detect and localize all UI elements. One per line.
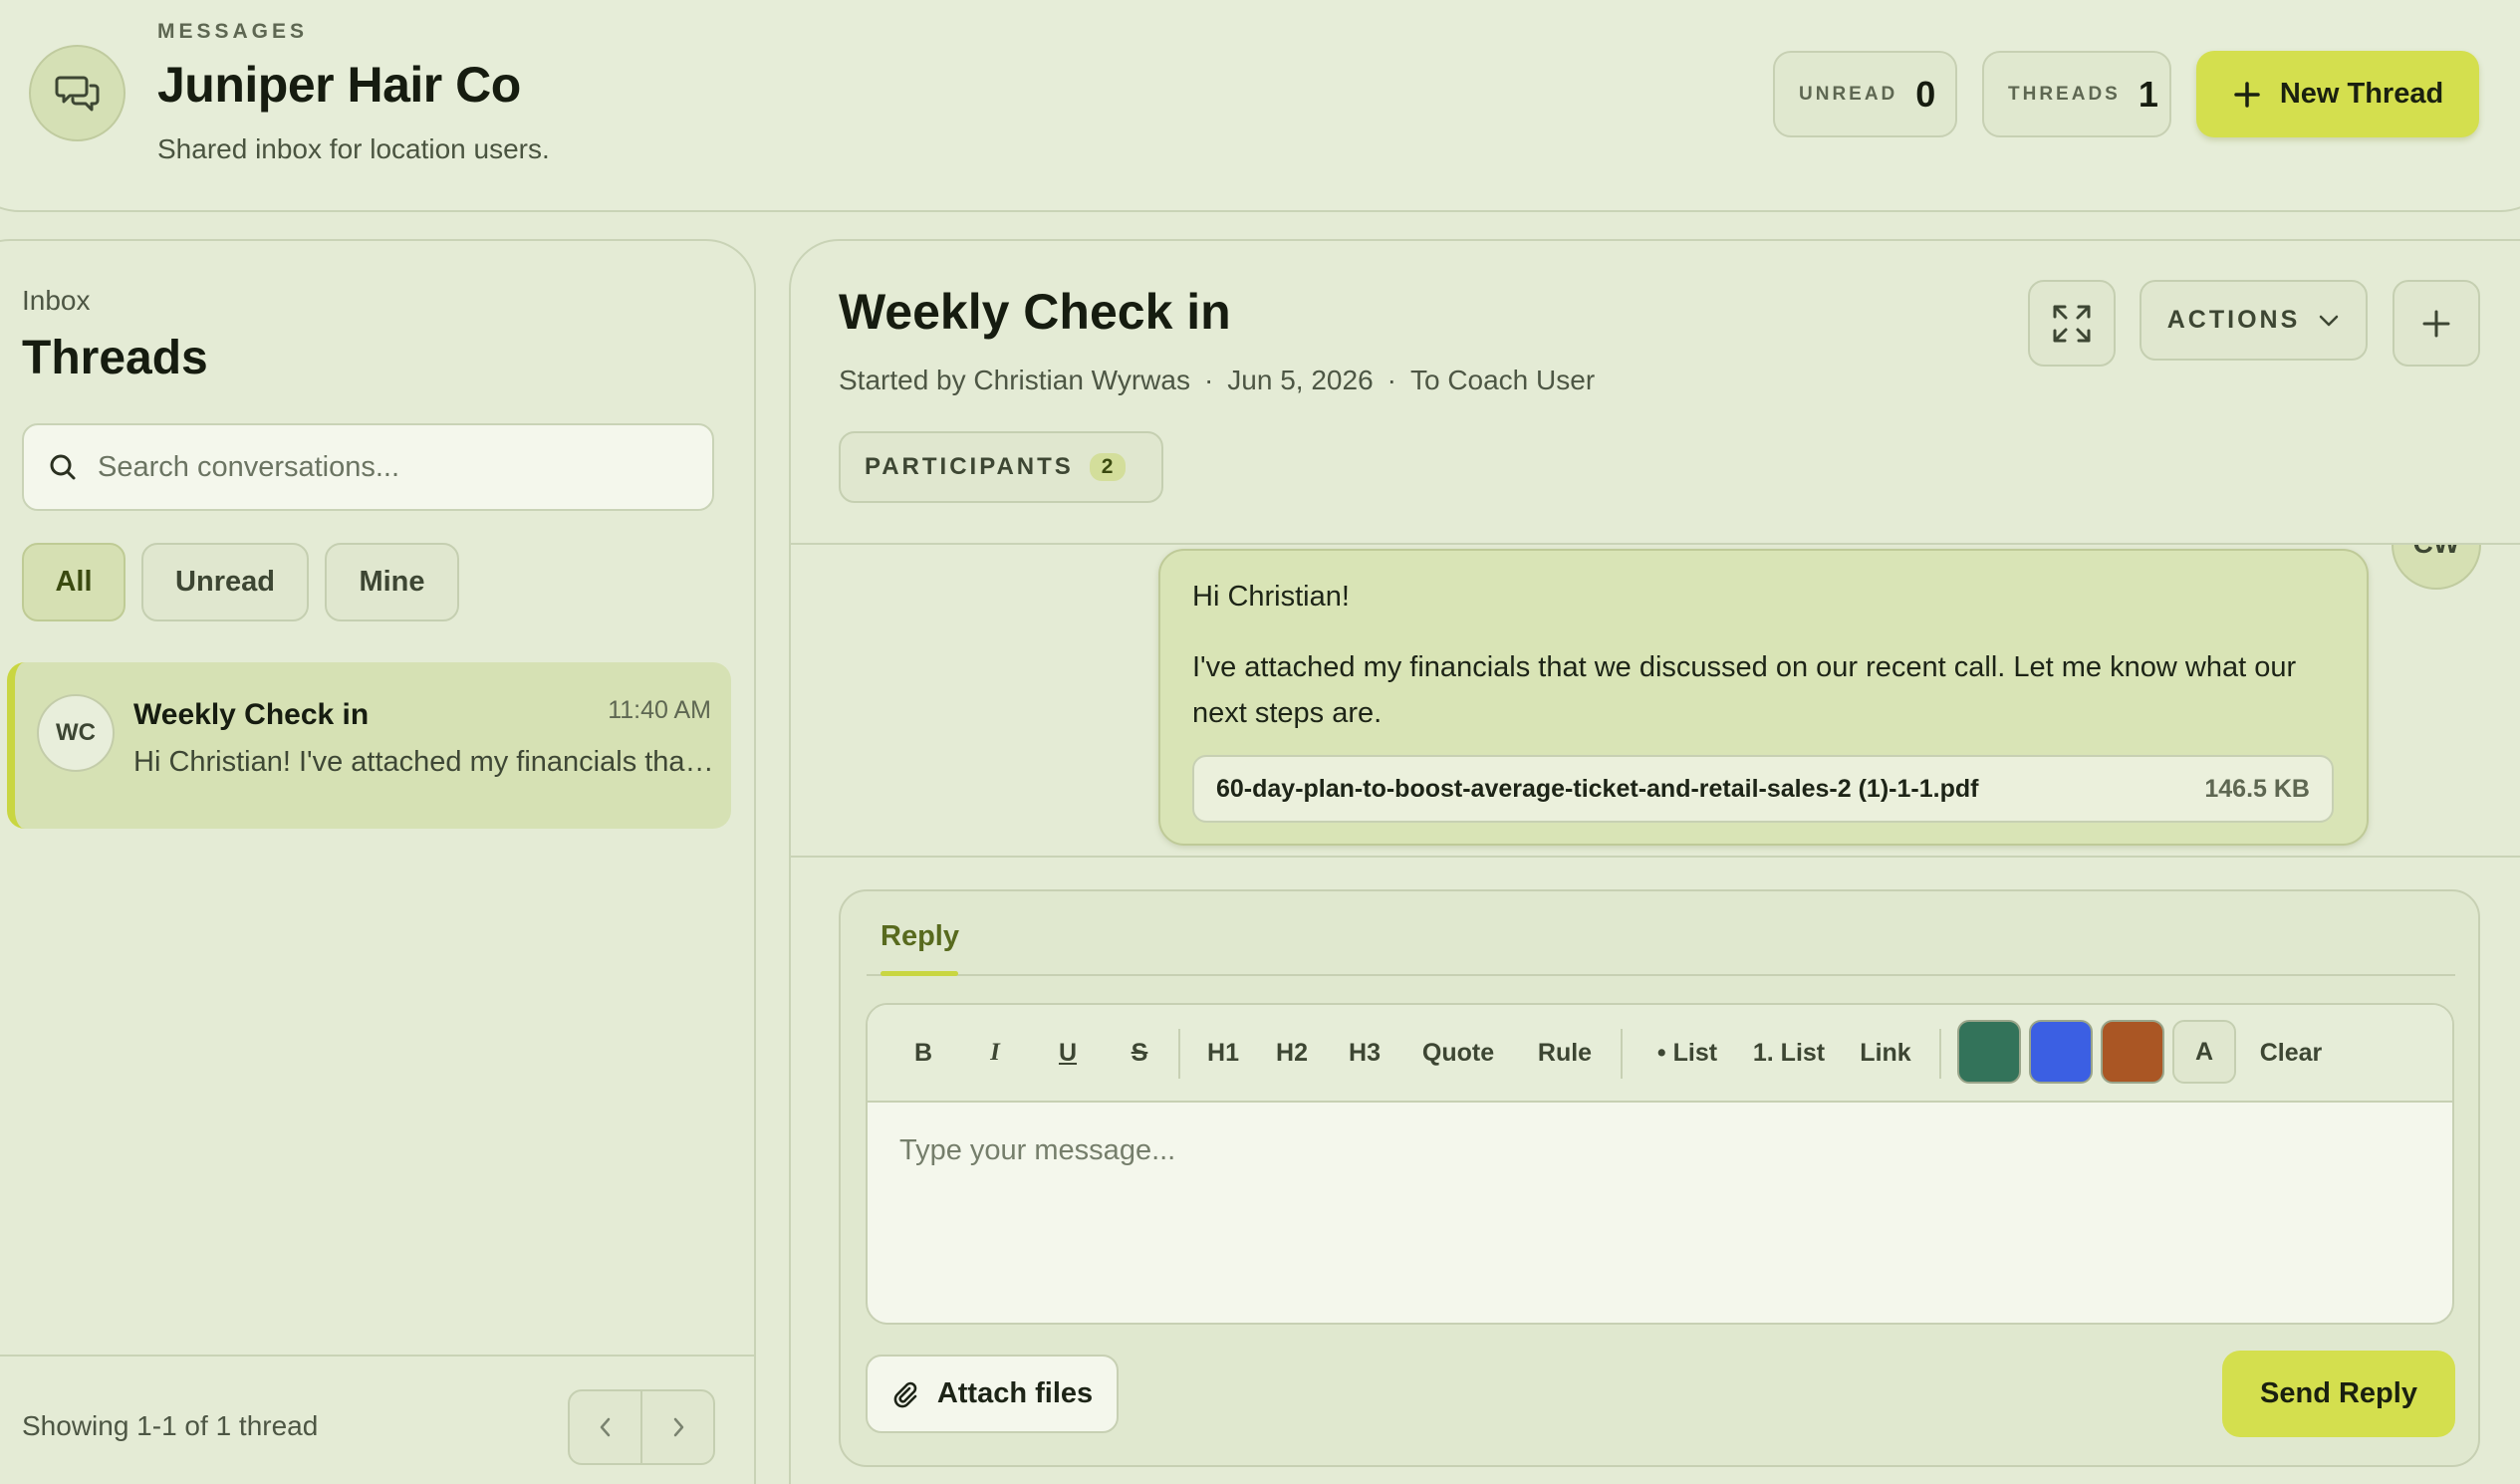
filter-unread[interactable]: Unread	[141, 543, 309, 621]
attach-files-label: Attach files	[936, 1377, 1094, 1409]
header-eyebrow: MESSAGES	[157, 20, 309, 43]
threads-stat-value: 1	[2138, 73, 2158, 115]
add-participant-button[interactable]	[2393, 280, 2480, 367]
sidebar-section-label: Inbox	[22, 285, 91, 316]
plus-icon	[2422, 310, 2450, 337]
paperclip-icon	[893, 1381, 917, 1407]
next-page-button[interactable]	[640, 1391, 713, 1463]
thread-date: Jun 5, 2026	[1227, 365, 1374, 395]
chevron-down-icon	[2320, 315, 2339, 326]
reply-tabs-divider	[867, 974, 2455, 976]
threads-stat-label: THREADS	[2008, 83, 2121, 105]
link-button[interactable]: Link	[1856, 1033, 1915, 1073]
sidebar-title: Threads	[22, 332, 208, 384]
search-input[interactable]	[98, 450, 675, 484]
message-greeting: Hi Christian!	[1192, 581, 1350, 613]
search-box	[22, 423, 714, 511]
toolbar-divider	[1178, 1029, 1180, 1079]
heading2-button[interactable]: H2	[1270, 1033, 1314, 1073]
participants-label: PARTICIPANTS	[865, 453, 1074, 480]
actions-label: ACTIONS	[2166, 306, 2301, 334]
attachment-filename: 60-day-plan-to-boost-average-ticket-and-…	[1216, 774, 1979, 803]
numbered-list-button[interactable]: 1. List	[1751, 1033, 1827, 1073]
text-color-reset-button[interactable]: A	[2172, 1020, 2236, 1084]
workspace-title: Juniper Hair Co	[157, 57, 521, 113]
message-body: I've attached my financials that we disc…	[1192, 651, 2297, 729]
tab-reply[interactable]: Reply	[881, 920, 959, 953]
workspace-subtitle: Shared inbox for location users.	[157, 133, 550, 164]
filter-mine[interactable]: Mine	[325, 543, 459, 621]
thread-title: Weekly Check in	[839, 284, 1231, 340]
send-reply-button[interactable]: Send Reply	[2222, 1351, 2455, 1437]
pagination-controls	[568, 1389, 715, 1465]
search-icon	[50, 454, 76, 480]
chevron-left-icon	[600, 1417, 610, 1437]
threads-stat: THREADS 1	[1982, 51, 2171, 137]
expand-button[interactable]	[2028, 280, 2116, 367]
heading3-button[interactable]: H3	[1343, 1033, 1386, 1073]
thread-item-time: 11:40 AM	[608, 696, 711, 724]
thread-started-by: Started by Christian Wyrwas	[839, 365, 1190, 395]
thread-list-item[interactable]: WC Weekly Check in 11:40 AM Hi Christian…	[7, 662, 731, 829]
rule-button[interactable]: Rule	[1535, 1033, 1595, 1073]
toolbar-divider	[1939, 1029, 1941, 1079]
bold-button[interactable]: B	[903, 1033, 943, 1073]
sidebar-footer-divider	[0, 1355, 755, 1357]
expand-icon	[2053, 305, 2091, 342]
message-input[interactable]	[868, 1105, 2452, 1323]
message-bubble: Hi Christian! I've attached my financial…	[1158, 549, 2369, 846]
meta-separator: ·	[1386, 365, 1396, 395]
color-swatch-green[interactable]	[1957, 1020, 2021, 1084]
reply-editor: B I U S H1 H2 H3 Quote Rule • List 1. Li…	[866, 1003, 2454, 1325]
attach-files-button[interactable]: Attach files	[866, 1355, 1119, 1433]
thread-header-divider-line	[791, 543, 2520, 545]
messages-logo	[29, 45, 126, 141]
pagination-summary: Showing 1-1 of 1 thread	[22, 1410, 319, 1441]
attachment-size: 146.5 KB	[2204, 774, 2310, 803]
messages-divider	[791, 856, 2520, 858]
unread-stat-value: 0	[1915, 73, 1936, 115]
bullet-list-button[interactable]: • List	[1652, 1033, 1722, 1073]
new-thread-label: New Thread	[2279, 78, 2444, 110]
filter-all[interactable]: All	[22, 543, 126, 621]
thread-item-preview: Hi Christian! I've attached my financial…	[133, 746, 721, 778]
thread-item-title: Weekly Check in	[133, 698, 370, 731]
unread-stat: UNREAD 0	[1773, 51, 1957, 137]
plus-icon	[2234, 81, 2260, 108]
strikethrough-button[interactable]: S	[1120, 1033, 1159, 1073]
actions-dropdown[interactable]: ACTIONS	[2140, 280, 2368, 361]
message-attachment[interactable]: 60-day-plan-to-boost-average-ticket-and-…	[1192, 755, 2334, 823]
thread-meta: Started by Christian Wyrwas · Jun 5, 2026 ·…	[839, 365, 1595, 396]
thread-avatar: WC	[37, 694, 115, 772]
unread-stat-label: UNREAD	[1799, 83, 1898, 105]
meta-separator: ·	[1203, 365, 1214, 395]
toolbar-divider	[1621, 1029, 1623, 1079]
color-swatch-blue[interactable]	[2029, 1020, 2093, 1084]
underline-button[interactable]: U	[1048, 1033, 1088, 1073]
chevron-right-icon	[673, 1417, 683, 1437]
clear-format-button[interactable]: Clear	[2256, 1033, 2326, 1073]
tab-reply-indicator	[881, 971, 958, 976]
participants-button[interactable]: PARTICIPANTS 2	[839, 431, 1163, 503]
chat-bubbles-icon	[55, 76, 99, 111]
color-swatch-orange[interactable]	[2101, 1020, 2164, 1084]
participants-count-badge: 2	[1089, 453, 1127, 481]
thread-recipient: To Coach User	[1409, 365, 1596, 395]
previous-page-button[interactable]	[570, 1391, 640, 1463]
new-thread-button[interactable]: New Thread	[2196, 51, 2479, 137]
heading1-button[interactable]: H1	[1201, 1033, 1245, 1073]
formatting-toolbar: B I U S H1 H2 H3 Quote Rule • List 1. Li…	[868, 1005, 2452, 1103]
italic-button[interactable]: I	[975, 1033, 1015, 1073]
quote-button[interactable]: Quote	[1418, 1033, 1498, 1073]
